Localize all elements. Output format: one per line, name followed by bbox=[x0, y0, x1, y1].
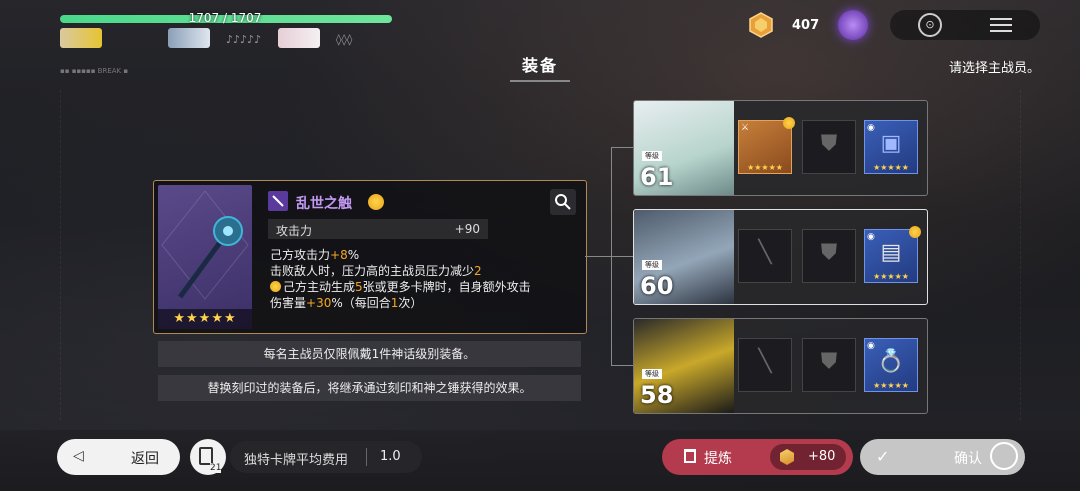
note-mythic-limit: 每名主战员仅限佩戴1件神话级别装备。 bbox=[158, 341, 581, 367]
grid-line bbox=[60, 90, 61, 420]
effect-description: 己方攻击力+8% 击败敌人时，压力高的主战员压力减少2 己方主动生成5张或更多卡… bbox=[270, 247, 580, 311]
refine-value: +80 bbox=[808, 449, 836, 464]
avg-cost-panel: 独特卡牌平均费用 1.0 bbox=[230, 441, 422, 473]
level-label: 等级 bbox=[642, 369, 662, 379]
effect-line-1: 己方攻击力+8% bbox=[270, 248, 360, 262]
gem-icon bbox=[780, 449, 794, 465]
character-panel-3[interactable]: 等级 58 ╲ ⛊ ◉ 💍 ★★★★★ bbox=[633, 318, 928, 414]
refine-button[interactable]: 提炼 +80 bbox=[662, 439, 853, 475]
accessory-slot[interactable]: ◉ ▤ ★★★★★ bbox=[864, 226, 921, 283]
effect-line-2: 击败敌人时，压力高的主战员压力减少2 bbox=[270, 264, 482, 278]
divider bbox=[366, 448, 367, 466]
armor-slot[interactable]: ⛊ bbox=[802, 338, 856, 392]
connector-line bbox=[611, 256, 633, 257]
weapon-slot[interactable]: ⚔ ★★★★★ bbox=[738, 117, 795, 174]
slot-stars: ★★★★★ bbox=[873, 381, 909, 390]
slot-stars: ★★★★★ bbox=[873, 272, 909, 281]
diamond-ring-icon: 💍 bbox=[877, 349, 905, 374]
mythic-sun-icon bbox=[909, 226, 921, 238]
stat-value: +90 bbox=[454, 222, 480, 236]
level-number: 61 bbox=[640, 163, 674, 191]
sword-icon: ╲ bbox=[758, 349, 772, 374]
connector-line bbox=[611, 365, 633, 366]
stat-label: 攻击力 bbox=[276, 224, 313, 238]
back-button[interactable]: ◁ 返回 bbox=[57, 439, 180, 475]
check-icon: ✓ bbox=[876, 447, 890, 466]
page-title: 装备 bbox=[521, 56, 558, 75]
sword-icon: ╲ bbox=[758, 240, 772, 265]
level-label: 等级 bbox=[642, 151, 662, 161]
hp-text: 1707 / 1707 bbox=[188, 11, 262, 25]
lock-icon[interactable]: ⊙ bbox=[918, 13, 942, 37]
armor-icon: ⛊ bbox=[820, 131, 838, 156]
sun-bullet-icon bbox=[270, 281, 281, 292]
card-count: 21 bbox=[210, 463, 222, 473]
party-gem-glyphs: ◊◊◊ bbox=[336, 33, 353, 46]
mythic-sun-icon bbox=[783, 117, 795, 129]
refine-label: 提炼 bbox=[704, 451, 732, 467]
accessory-slot[interactable]: ◉ ▣ ★★★★★ bbox=[864, 120, 918, 174]
armor-icon: ⛊ bbox=[820, 240, 838, 265]
equipment-card: ★★★★★ 乱世之触 攻击力 +90 己方攻击力+8% 击败敌人时，压力高的主战… bbox=[153, 180, 587, 334]
note-engrave-inherit: 替换刻印过的装备后，将继承通过刻印和神之锤获得的效果。 bbox=[158, 375, 581, 401]
instruction-hint: 请选择主战员。 bbox=[948, 61, 1040, 76]
connector-line bbox=[611, 147, 633, 148]
mace-weapon-icon bbox=[161, 190, 249, 300]
weapon-slot[interactable]: ╲ bbox=[738, 229, 792, 283]
stat-row: 攻击力 +90 bbox=[268, 219, 488, 239]
sword-icon: ⚔ bbox=[741, 123, 750, 133]
refine-reward: +80 bbox=[770, 444, 846, 470]
character-panel-2[interactable]: 等级 60 ╲ ⛊ ◉ ▤ ★★★★★ bbox=[633, 209, 928, 305]
title-underline bbox=[510, 80, 570, 82]
equipment-name: 乱世之触 bbox=[296, 196, 352, 212]
currency-count: 407 bbox=[792, 18, 820, 33]
confirm-circle-icon bbox=[990, 442, 1018, 470]
armor-slot[interactable]: ⛊ bbox=[802, 229, 856, 283]
weapon-slot[interactable]: ╲ bbox=[738, 338, 792, 392]
menu-icon[interactable] bbox=[990, 14, 1012, 34]
connector-line bbox=[585, 256, 611, 257]
confirm-label: 确认 bbox=[954, 451, 982, 467]
mythic-sun-icon bbox=[368, 194, 384, 210]
ability-orb-icon[interactable] bbox=[838, 10, 868, 40]
slot-stars: ★★★★★ bbox=[873, 163, 909, 172]
avg-cost-label: 独特卡牌平均费用 bbox=[244, 453, 349, 468]
level-number: 58 bbox=[640, 381, 674, 409]
party-avatar-2 bbox=[168, 28, 210, 48]
control-pill bbox=[890, 10, 1040, 40]
character-panel-1[interactable]: 等级 61 ⚔ ★★★★★ ⛊ ◉ ▣ ★★★★★ bbox=[633, 100, 928, 196]
level-number: 60 bbox=[640, 272, 674, 300]
back-arrow-icon: ◁ bbox=[73, 448, 84, 464]
cube-icon: ▣ bbox=[880, 131, 902, 156]
avg-cost-value: 1.0 bbox=[380, 449, 401, 464]
weapon-type-icon bbox=[268, 191, 288, 211]
rarity-stars: ★★★★★ bbox=[158, 309, 252, 329]
top-bar: 1707 / 1707 ♪♪♪♪♪ ◊◊◊ 407 ⊙ bbox=[0, 0, 1080, 56]
trash-icon bbox=[684, 449, 696, 463]
confirm-button[interactable]: ✓ 确认 bbox=[860, 439, 1025, 475]
effect-line-3: 己方主动生成5张或更多卡牌时，自身额外攻击 bbox=[270, 279, 580, 295]
book-icon: ▤ bbox=[880, 240, 902, 265]
level-label: 等级 bbox=[642, 260, 662, 270]
armor-icon: ⛊ bbox=[820, 349, 838, 374]
accessory-slot[interactable]: ◉ 💍 ★★★★★ bbox=[864, 338, 918, 392]
equipment-image: ★★★★★ bbox=[158, 185, 252, 329]
back-label: 返回 bbox=[131, 451, 159, 467]
effect-line-4: 伤害量+30%（每回合1次） bbox=[270, 296, 423, 310]
slot-stars: ★★★★★ bbox=[747, 163, 783, 172]
search-icon[interactable] bbox=[550, 189, 576, 215]
deck-button[interactable]: 21 bbox=[190, 439, 226, 475]
status-micro-text: ▪▪ ▪▪▪▪▪ BREAK ▪ bbox=[60, 67, 129, 75]
party-avatar-1 bbox=[60, 28, 102, 48]
party-stress-glyphs: ♪♪♪♪♪ bbox=[226, 33, 262, 46]
grid-line bbox=[1020, 90, 1021, 420]
gem-currency-icon bbox=[749, 12, 773, 38]
party-avatar-3 bbox=[278, 28, 320, 48]
armor-slot[interactable]: ⛊ bbox=[802, 120, 856, 174]
